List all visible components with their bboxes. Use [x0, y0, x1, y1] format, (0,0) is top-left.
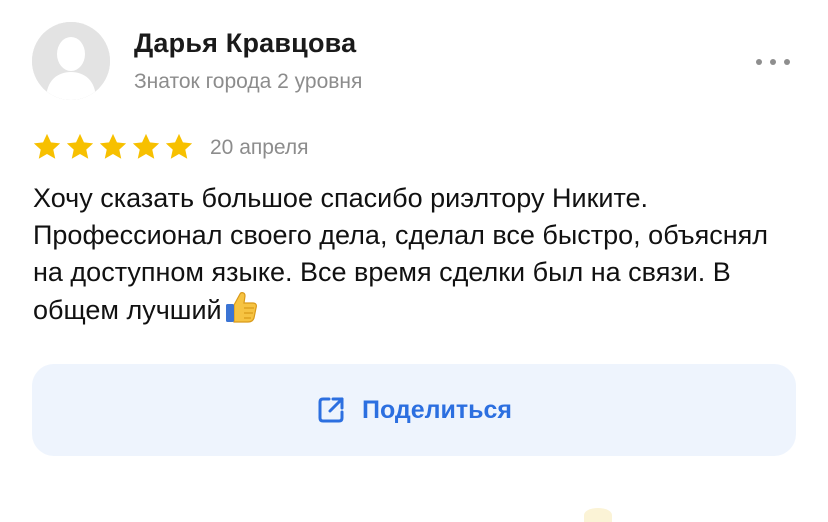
star-icon — [99, 133, 127, 159]
thumbs-up-icon — [224, 291, 258, 333]
star-icon — [33, 133, 61, 159]
review-card: Дарья Кравцова Знаток города 2 уровня 20… — [0, 0, 828, 522]
star-icon — [165, 133, 193, 159]
author-level: Знаток города 2 уровня — [134, 70, 363, 93]
author-name[interactable]: Дарья Кравцова — [134, 28, 356, 59]
review-date: 20 апреля — [210, 136, 309, 159]
share-label: Поделиться — [361, 395, 513, 424]
avatar[interactable] — [32, 22, 110, 100]
more-dots-icon — [756, 59, 762, 65]
review-body: Хочу сказать большое спасибо риэлтору Ни… — [33, 183, 769, 325]
share-button[interactable]: Поделиться — [32, 364, 796, 456]
share-icon — [316, 395, 346, 425]
user-silhouette-icon — [32, 22, 110, 100]
star-rating — [32, 132, 194, 162]
star-icon — [132, 133, 160, 159]
decorative-spot — [584, 508, 612, 522]
more-options-button[interactable] — [752, 50, 794, 74]
star-icon — [66, 133, 94, 159]
review-text: Хочу сказать большое спасибо риэлтору Ни… — [33, 180, 793, 333]
